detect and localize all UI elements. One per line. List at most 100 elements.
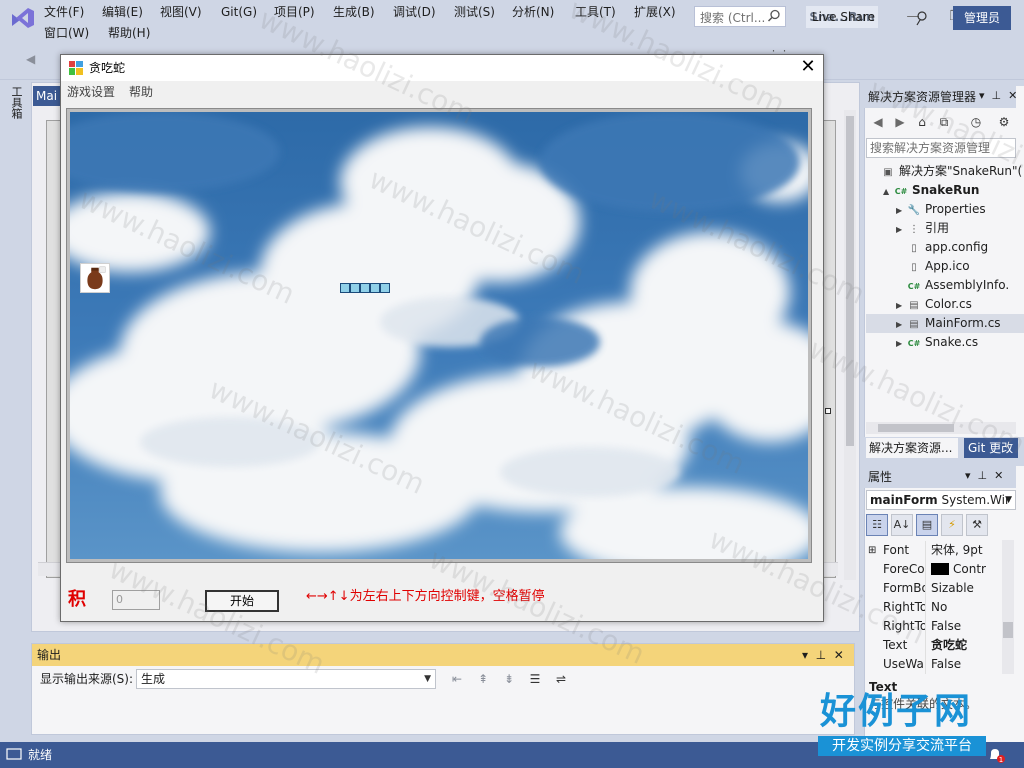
next-message-icon[interactable]: ⇟: [500, 670, 518, 688]
menu-help[interactable]: 帮助: [129, 85, 153, 99]
switch-views-icon[interactable]: ⧉: [936, 114, 952, 130]
back-icon[interactable]: ◀: [26, 52, 40, 66]
property-row[interactable]: RightToLe No: [866, 598, 1000, 617]
solution-scroll-thumb[interactable]: [878, 424, 954, 432]
tab-solution-explorer[interactable]: 解决方案资源...: [866, 438, 958, 458]
menu-game-settings[interactable]: 游戏设置: [67, 85, 115, 99]
toolbox-tab[interactable]: 工具箱: [9, 86, 23, 119]
home-icon[interactable]: ⌂: [914, 114, 930, 130]
property-row[interactable]: Text 贪吃蛇: [866, 636, 1000, 655]
document-tab[interactable]: Mai: [33, 86, 63, 106]
tree-item[interactable]: ▯ App.ico: [866, 257, 1024, 276]
output-source-select[interactable]: 生成 ▼: [136, 669, 436, 689]
events-icon[interactable]: ⚡: [941, 514, 963, 536]
property-value[interactable]: 宋体, 9pt: [925, 541, 1000, 560]
clear-all-icon[interactable]: ☰: [526, 670, 544, 688]
property-value[interactable]: False: [925, 655, 1000, 674]
previous-message-icon[interactable]: ⇞: [474, 670, 492, 688]
expand-icon[interactable]: ▶: [896, 220, 906, 238]
menu-item[interactable]: 编辑(E): [102, 4, 143, 20]
property-row[interactable]: ForeColo Contr: [866, 560, 1000, 579]
menu-item[interactable]: 文件(F): [44, 4, 84, 20]
menu-item[interactable]: Git(G): [221, 4, 257, 20]
property-value[interactable]: 贪吃蛇: [925, 636, 1000, 655]
categorized-icon[interactable]: ☷: [866, 514, 888, 536]
menu-item[interactable]: 测试(S): [454, 4, 495, 20]
back-icon[interactable]: ◀: [870, 114, 886, 130]
property-name: UseWaitC: [883, 657, 925, 671]
feedback-icon[interactable]: [914, 10, 930, 26]
property-row[interactable]: FormBorc Sizable: [866, 579, 1000, 598]
expand-icon[interactable]: ⊞: [868, 541, 876, 560]
properties-scroll-thumb[interactable]: [1003, 622, 1013, 638]
visual-studio-logo-icon[interactable]: [8, 6, 36, 30]
menu-item[interactable]: 窗口(W): [44, 25, 89, 41]
search-input[interactable]: 搜索 (Ctrl...: [694, 6, 786, 27]
close-icon[interactable]: ✕: [796, 56, 820, 78]
expand-icon[interactable]: ▶: [896, 296, 906, 314]
pin-icon[interactable]: ⊥: [812, 648, 830, 662]
properties-icon[interactable]: ▤: [916, 514, 938, 536]
expand-icon[interactable]: ▶: [896, 315, 906, 333]
word-wrap-icon[interactable]: ⇌: [552, 670, 570, 688]
alphabetical-icon[interactable]: A↓: [891, 514, 913, 536]
menu-item[interactable]: 生成(B): [333, 4, 375, 20]
tab-git-changes[interactable]: Git 更改: [964, 438, 1018, 458]
config-file-icon: ▯: [911, 243, 917, 254]
dropdown-icon[interactable]: ▾: [802, 648, 808, 662]
settings-icon[interactable]: ⚙: [996, 114, 1012, 130]
menu-item[interactable]: 工具(T): [575, 4, 616, 20]
menu-item[interactable]: 帮助(H): [108, 25, 150, 41]
tree-item[interactable]: ▶ ▤ MainForm.cs: [866, 314, 1024, 333]
history-icon[interactable]: ◷: [968, 114, 984, 130]
property-value[interactable]: Contr: [925, 560, 1000, 579]
property-name: RightToLe: [883, 600, 925, 614]
status-text: 就绪: [28, 748, 53, 762]
tree-item[interactable]: ▲ C# SnakeRun: [866, 181, 1024, 200]
notification-bell-icon[interactable]: 1: [986, 746, 1006, 764]
references-icon: ⋮: [909, 224, 919, 235]
properties-scrollbar[interactable]: [1002, 540, 1014, 674]
menu-item[interactable]: 调试(D): [393, 4, 436, 20]
property-value[interactable]: False: [925, 617, 1000, 636]
solution-search-input[interactable]: 搜索解决方案资源管理: [866, 138, 1016, 158]
menu-item[interactable]: 视图(V): [160, 4, 202, 20]
live-share-button[interactable]: Live Share: [812, 8, 875, 26]
find-message-icon[interactable]: ⇤: [448, 670, 466, 688]
property-row[interactable]: Font 宋体, 9pt ⊞: [866, 541, 1000, 560]
close-icon[interactable]: ✕: [834, 648, 844, 662]
ico-file-icon: ▯: [911, 262, 917, 273]
expand-icon[interactable]: ▶: [896, 201, 906, 219]
properties-object-select[interactable]: mainForm System.Wir ▼: [866, 490, 1016, 510]
admin-button[interactable]: 管理员: [953, 6, 1011, 30]
property-value[interactable]: Sizable: [925, 579, 1000, 598]
menu-item[interactable]: 项目(P): [274, 4, 315, 20]
tree-item[interactable]: ▶ 🔧 Properties: [866, 200, 1024, 219]
property-pages-icon[interactable]: ⚒: [966, 514, 988, 536]
close-icon[interactable]: ✕: [994, 469, 1003, 482]
designer-scroll-thumb[interactable]: [846, 116, 854, 446]
tree-item[interactable]: ▯ app.config: [866, 238, 1024, 257]
output-status-icon: [6, 748, 22, 760]
close-icon[interactable]: ✕: [1008, 89, 1017, 102]
pin-icon[interactable]: ⊥: [974, 469, 991, 482]
property-row[interactable]: UseWaitC False: [866, 655, 1000, 674]
dropdown-icon[interactable]: ▾: [979, 89, 985, 102]
start-button[interactable]: 开始: [205, 590, 279, 612]
menu-item[interactable]: 扩展(X): [634, 4, 676, 20]
tree-item[interactable]: ▶ ⋮ 引用: [866, 219, 1024, 238]
property-row[interactable]: RightToLe False: [866, 617, 1000, 636]
tree-item[interactable]: ▣ 解决方案"SnakeRun"(: [866, 162, 1024, 181]
expand-icon[interactable]: ▶: [896, 334, 906, 352]
tree-item[interactable]: C# AssemblyInfo.: [866, 276, 1024, 295]
tree-item[interactable]: ▶ ▤ Color.cs: [866, 295, 1024, 314]
forward-icon[interactable]: ▶: [892, 114, 908, 130]
resize-handle[interactable]: [825, 408, 831, 414]
dropdown-icon[interactable]: ▾: [965, 469, 971, 482]
tree-item[interactable]: ▶ C# Snake.cs: [866, 333, 1024, 352]
pin-icon[interactable]: ⊥: [988, 89, 1005, 102]
property-value[interactable]: No: [925, 598, 1000, 617]
snake-menu-bar: [61, 81, 823, 103]
expand-icon[interactable]: ▲: [883, 182, 893, 200]
menu-item[interactable]: 分析(N): [512, 4, 554, 20]
